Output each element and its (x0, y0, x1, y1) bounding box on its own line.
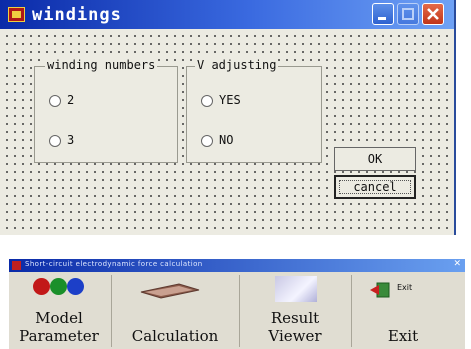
radio-winding-3-label: 3 (67, 133, 75, 147)
calculation-button[interactable]: Calculation (113, 272, 237, 349)
exit-button[interactable]: Exit Exit (353, 272, 453, 349)
exit-label: Exit (387, 327, 419, 345)
radio-v-no-label: NO (219, 133, 234, 147)
close-icon[interactable]: ✕ (453, 259, 461, 269)
radio-circle-icon (201, 94, 213, 107)
v-adjusting-group: V adjusting YES NO (186, 58, 322, 163)
title-bar[interactable]: windings (0, 0, 454, 29)
model-parameter-button[interactable]: Model Parameter (9, 272, 109, 349)
winding-numbers-group: winding numbers 2 3 (34, 58, 178, 163)
radio-winding-2[interactable]: 2 (49, 93, 74, 107)
radio-v-no[interactable]: NO (201, 133, 233, 147)
viewer-icon (275, 276, 317, 302)
model-icon (33, 278, 85, 296)
exit-icon: Exit (369, 282, 417, 298)
cancel-button[interactable]: cancel (334, 175, 416, 199)
radio-winding-2-label: 2 (67, 93, 75, 107)
window-title: windings (32, 5, 122, 25)
toolbar-title: Short-circuit electrodynamic force calcu… (25, 260, 203, 268)
result-viewer-button[interactable]: Result Viewer (241, 272, 349, 349)
calculation-toolbar-window: Short-circuit electrodynamic force calcu… (9, 259, 465, 349)
toolbar-separator (351, 275, 352, 347)
calculation-icon (140, 283, 200, 299)
v-adjusting-legend: V adjusting (195, 58, 279, 72)
radio-v-yes-label: YES (219, 93, 241, 107)
radio-circle-icon (49, 94, 61, 107)
model-parameter-label-1: Model (35, 309, 83, 327)
app-icon (8, 7, 25, 22)
result-viewer-label-2: Viewer (268, 327, 322, 345)
winding-numbers-legend: winding numbers (45, 58, 158, 72)
radio-winding-3[interactable]: 3 (49, 133, 74, 147)
maximize-icon (402, 8, 414, 20)
toolbar-title-bar[interactable]: Short-circuit electrodynamic force calcu… (9, 259, 465, 272)
radio-v-yes[interactable]: YES (201, 93, 241, 107)
result-viewer-label-1: Result (270, 309, 320, 327)
exit-icon-text: Exit (397, 283, 413, 292)
dialog-client-area: winding numbers 2 3 V adjusting YES NO O… (0, 29, 454, 235)
close-icon (427, 8, 439, 20)
minimize-icon (378, 17, 386, 20)
radio-circle-icon (49, 134, 61, 147)
toolbar-separator (111, 275, 112, 347)
maximize-button[interactable] (397, 3, 419, 25)
ok-button[interactable]: OK (334, 147, 416, 171)
close-button[interactable] (422, 3, 444, 25)
calculation-label: Calculation (131, 327, 219, 345)
minimize-button[interactable] (372, 3, 394, 25)
model-parameter-label-2: Parameter (19, 327, 99, 345)
radio-circle-icon (201, 134, 213, 147)
windings-dialog: windings winding numbers 2 3 V adjusting… (0, 0, 456, 235)
app-icon (12, 261, 21, 270)
toolbar-separator (239, 275, 240, 347)
